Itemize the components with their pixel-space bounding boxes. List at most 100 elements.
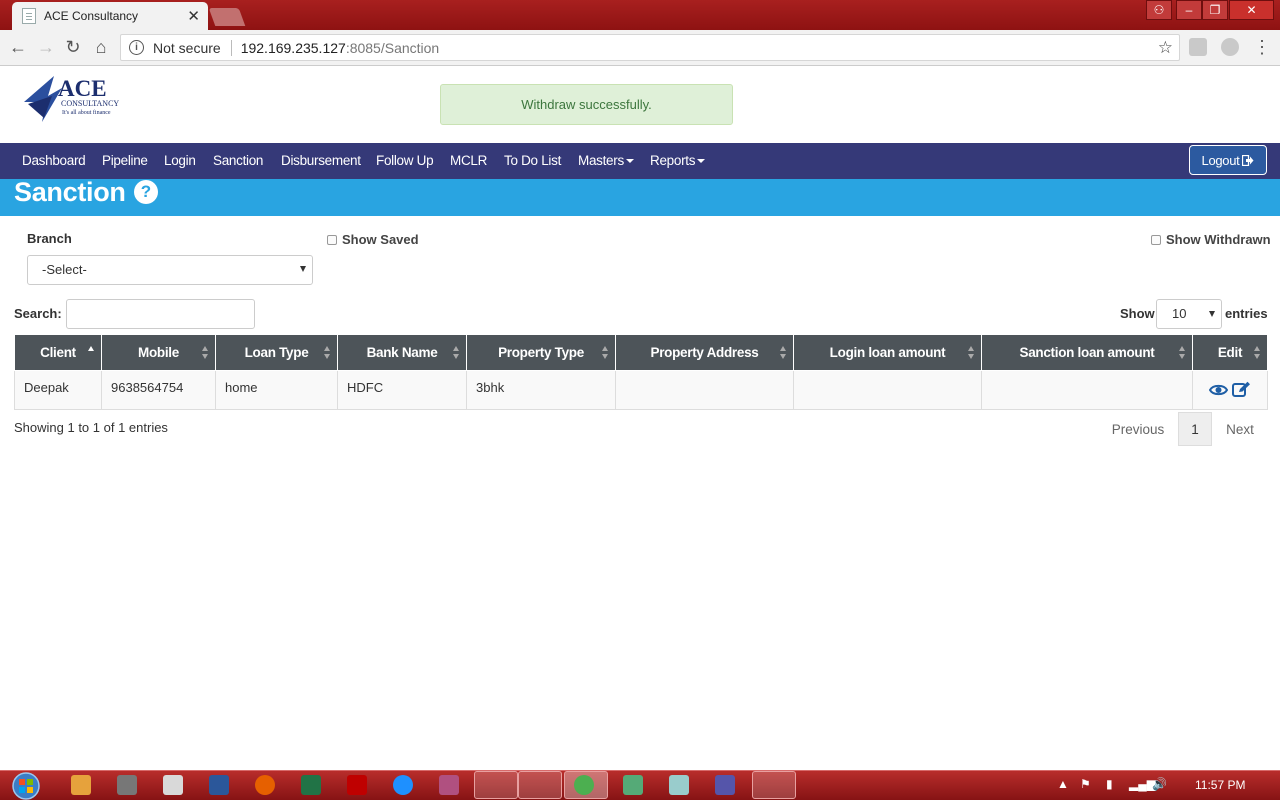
bookmark-star-icon[interactable]: ☆ [1158,38,1173,58]
page-title: Sanction [14,177,126,207]
svg-text:It's all about finance: It's all about finance [62,109,111,116]
firefox-icon[interactable] [255,775,275,795]
home-icon[interactable]: ⌂ [90,36,112,58]
branch-select-value: -Select- [42,262,87,277]
file-explorer-taskbar-button[interactable] [474,771,518,799]
page-length-select[interactable]: 10 [1156,299,1222,329]
cell-property-type: 3bhk [466,370,616,410]
browser-toolbar: ← → ↻ ⌂ i Not secure 192.169.235.127:808… [0,30,1280,66]
info-icon[interactable]: i [129,40,144,55]
nav-follow-up[interactable]: Follow Up [376,143,434,179]
nav-to-do-list[interactable]: To Do List [504,143,561,179]
sort-icon [968,346,975,360]
page-1-button[interactable]: 1 [1178,412,1212,446]
column-header-login-loan-amount[interactable]: Login loan amount [793,334,982,371]
media-player-icon[interactable] [71,775,91,795]
caret-down-icon [697,159,706,164]
nav-pipeline[interactable]: Pipeline [102,143,148,179]
column-header-property-address[interactable]: Property Address [615,334,794,371]
terminal-icon[interactable] [623,775,643,795]
svg-text:CONSULTANCY: CONSULTANCY [61,99,119,108]
keyboard-icon[interactable] [669,775,689,795]
entries-label: entries [1225,306,1268,321]
show-saved-checkbox[interactable]: Show Saved [327,232,419,247]
sort-icon [324,346,331,360]
previous-button[interactable]: Previous [1102,412,1174,446]
sort-icon [602,346,609,360]
app-taskbar-button[interactable] [752,771,796,799]
extension-icon[interactable] [1189,38,1207,56]
nav-dashboard[interactable]: Dashboard [22,143,86,179]
volume-icon[interactable]: 🔊 [1152,777,1167,791]
logout-button[interactable]: Logout [1189,145,1267,175]
filezilla-icon[interactable] [347,775,367,795]
back-icon[interactable]: ← [7,36,29,58]
show-saved-label: Show Saved [342,232,419,247]
column-header-bank-name[interactable]: Bank Name [337,334,467,371]
calculator-icon[interactable] [163,775,183,795]
remote-desktop-icon[interactable] [715,775,735,795]
page-banner: Sanction ? [0,179,1280,216]
nav-reports-dropdown[interactable]: Reports [650,143,706,179]
edit-icon[interactable] [1231,381,1251,398]
extension-icon[interactable] [1221,38,1239,56]
help-icon[interactable]: ? [134,180,158,204]
ace-logo: ACE CONSULTANCY It's all about finance [24,76,119,122]
user-icon[interactable]: ⚇ [1146,0,1172,20]
chrome-icon [574,775,594,795]
caret-down-icon [625,159,634,164]
column-header-property-type[interactable]: Property Type [466,334,616,371]
sort-icon [1179,346,1186,360]
search-label: Search: [14,306,62,321]
menu-icon[interactable]: ⋮ [1251,36,1273,58]
logout-icon [1242,154,1254,166]
url-host: 192.169.235.127 [240,39,346,56]
maximize-icon[interactable]: ❐ [1202,0,1228,20]
not-secure-label: Not secure [153,39,221,56]
notepad-taskbar-button[interactable] [518,771,562,799]
page-icon [22,8,36,24]
app-icon[interactable] [117,775,137,795]
excel-icon[interactable] [301,775,321,795]
view-eye-icon[interactable] [1209,383,1229,397]
nav-mclr[interactable]: MCLR [450,143,487,179]
start-icon[interactable] [8,771,44,800]
sanction-table: Client Mobile Loan Type Bank Name Proper… [14,334,1268,410]
internet-explorer-icon[interactable] [393,775,413,795]
close-tab-icon[interactable]: ✕ [187,7,200,25]
search-input[interactable] [66,299,255,329]
close-window-icon[interactable]: ✕ [1229,0,1274,20]
nav-login[interactable]: Login [164,143,196,179]
show-withdrawn-checkbox[interactable]: Show Withdrawn [1151,232,1271,247]
dropdown-arrow-icon [1209,311,1215,317]
sort-icon [780,346,787,360]
word-icon[interactable] [209,775,229,795]
column-header-edit[interactable]: Edit [1192,334,1268,371]
tray-expand-icon[interactable]: ▲ [1057,777,1069,791]
checkbox-box[interactable] [1151,234,1161,245]
branch-select[interactable]: -Select- [27,255,313,285]
reload-icon[interactable]: ↻ [62,36,84,58]
url-path: :8085/Sanction [345,39,440,56]
nav-sanction[interactable]: Sanction [213,143,263,179]
nav-disbursement[interactable]: Disbursement [281,143,361,179]
power-icon[interactable]: ▮ [1106,777,1113,791]
minimize-icon[interactable]: – [1176,0,1202,20]
paint-icon[interactable] [439,775,459,795]
forward-icon[interactable]: → [35,36,57,58]
action-center-icon[interactable]: ⚑ [1080,777,1091,791]
browser-tab[interactable]: ACE Consultancy ✕ [12,2,208,30]
branch-label: Branch [27,231,72,246]
address-bar[interactable]: i Not secure 192.169.235.127:8085/Sancti… [120,34,1180,61]
checkbox-box[interactable] [327,234,337,245]
column-header-loan-type[interactable]: Loan Type [215,334,338,371]
column-header-client[interactable]: Client [14,334,102,371]
tab-title: ACE Consultancy [44,9,139,23]
new-tab-button[interactable] [208,8,246,26]
sort-icon [453,346,460,360]
column-header-sanction-loan-amount[interactable]: Sanction loan amount [981,334,1193,371]
cell-mobile: 9638564754 [101,370,216,410]
next-button[interactable]: Next [1216,412,1264,446]
nav-masters-dropdown[interactable]: Masters [578,143,634,179]
column-header-mobile[interactable]: Mobile [101,334,216,371]
